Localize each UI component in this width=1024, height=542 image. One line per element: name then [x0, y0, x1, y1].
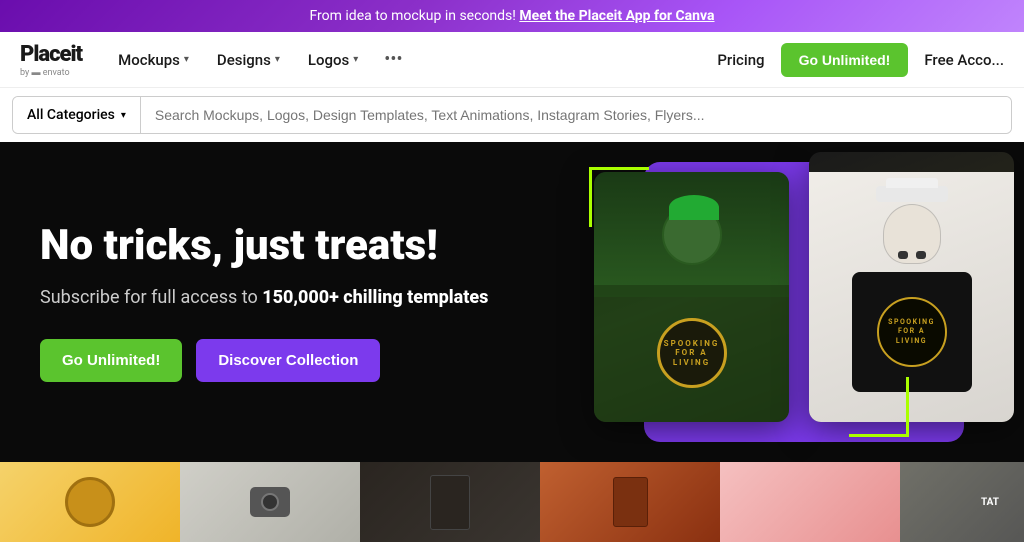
- strip-item-4[interactable]: [540, 462, 720, 542]
- bottom-preview-strip: TAT: [0, 462, 1024, 542]
- snake-logo-left: SPOOKINGFOR ALIVING: [657, 318, 727, 388]
- hero-go-unlimited-button[interactable]: Go Unlimited!: [40, 339, 182, 382]
- navbar: Placeit by ▬ envato Mockups ▾ Designs ▾ …: [0, 32, 1024, 88]
- mockups-label: Mockups: [118, 51, 180, 69]
- tshirt-overlay: SPOOKINGFOR ALIVING: [594, 285, 789, 423]
- designs-label: Designs: [217, 51, 271, 69]
- search-bar: All Categories ▾: [12, 96, 1012, 134]
- hero-section: No tricks, just treats! Subscribe for fu…: [0, 142, 1024, 462]
- top-banner: From idea to mockup in seconds! Meet the…: [0, 0, 1024, 32]
- hero-image-skeleton: SPOOKINGFOR ALIVING: [809, 152, 1014, 422]
- logo-text: Placeit: [20, 42, 82, 67]
- pricing-link[interactable]: Pricing: [717, 51, 764, 69]
- hero-subtitle-plain: Subscribe for full access to: [40, 287, 262, 308]
- strip-item-5[interactable]: [720, 462, 900, 542]
- banner-text: From idea to mockup in seconds!: [310, 8, 516, 24]
- free-account-link[interactable]: Free Acco...: [924, 51, 1004, 69]
- strip-item-6[interactable]: TAT: [900, 462, 1024, 542]
- logo[interactable]: Placeit by ▬ envato: [20, 42, 82, 78]
- camera-lens: [261, 493, 279, 511]
- mockups-chevron: ▾: [184, 54, 189, 65]
- category-chevron: ▾: [121, 110, 126, 121]
- skeleton-tshirt: SPOOKINGFOR ALIVING: [852, 272, 972, 392]
- strip-item-1[interactable]: [0, 462, 180, 542]
- hero-subtitle-bold: 150,000+ chilling templates: [262, 287, 488, 308]
- category-label: All Categories: [27, 107, 115, 123]
- camera-icon: [250, 487, 290, 517]
- nav-designs[interactable]: Designs ▾: [205, 43, 292, 77]
- snake-logo-right: SPOOKINGFOR ALIVING: [877, 297, 947, 367]
- person-mockup: SPOOKINGFOR ALIVING: [594, 172, 789, 422]
- designs-chevron: ▾: [275, 54, 280, 65]
- nav-logos[interactable]: Logos ▾: [296, 43, 370, 77]
- hero-subtitle: Subscribe for full access to 150,000+ ch…: [40, 284, 600, 311]
- logo-by: by ▬ envato: [20, 67, 82, 78]
- hero-content: No tricks, just treats! Subscribe for fu…: [40, 222, 600, 382]
- logos-label: Logos: [308, 51, 349, 69]
- nav-mockups[interactable]: Mockups ▾: [106, 43, 201, 77]
- more-menu-button[interactable]: •••: [374, 41, 412, 78]
- go-unlimited-nav-button[interactable]: Go Unlimited!: [781, 43, 909, 77]
- hero-buttons: Go Unlimited! Discover Collection: [40, 339, 600, 382]
- hero-title: No tricks, just treats!: [40, 222, 600, 270]
- search-input[interactable]: [141, 97, 1011, 133]
- logos-chevron: ▾: [353, 54, 358, 65]
- nav-right: Pricing Go Unlimited! Free Acco...: [717, 43, 1004, 77]
- hero-image-person: SPOOKINGFOR ALIVING: [594, 172, 789, 422]
- strip-item-2[interactable]: [180, 462, 360, 542]
- category-dropdown[interactable]: All Categories ▾: [13, 97, 141, 133]
- banner-link[interactable]: Meet the Placeit App for Canva: [519, 8, 714, 24]
- hero-discover-button[interactable]: Discover Collection: [196, 339, 380, 382]
- hero-images: SPOOKINGFOR ALIVING: [564, 142, 1024, 462]
- nav-links: Mockups ▾ Designs ▾ Logos ▾ •••: [106, 41, 717, 78]
- skeleton-mockup: SPOOKINGFOR ALIVING: [809, 152, 1014, 422]
- strip-item-3[interactable]: [360, 462, 540, 542]
